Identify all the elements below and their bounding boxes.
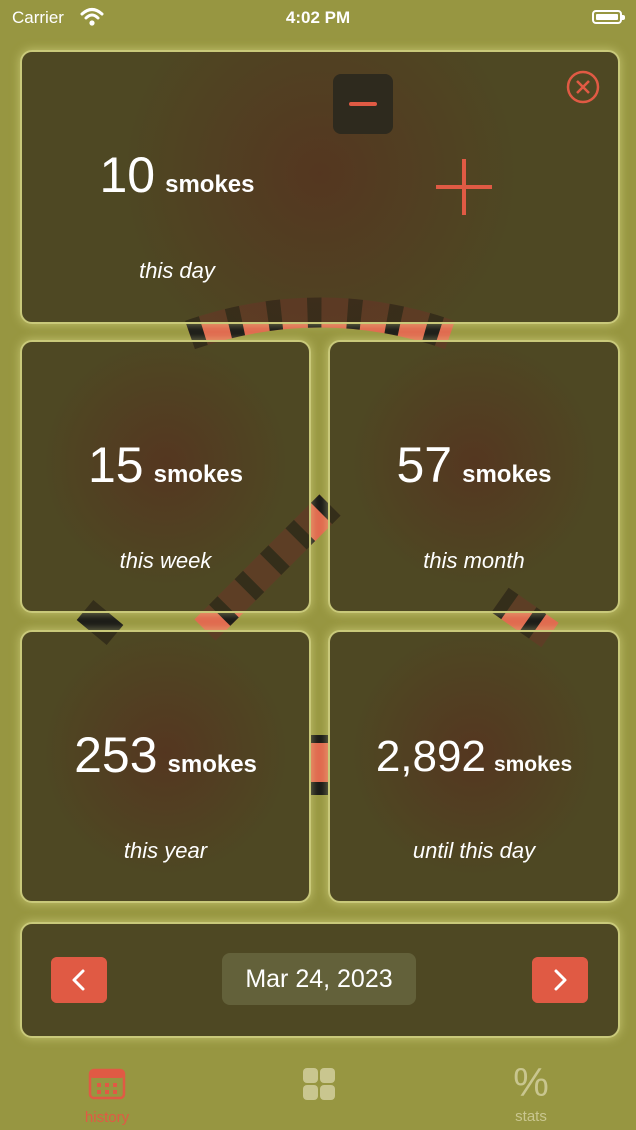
calendar-icon: [88, 1068, 126, 1100]
month-value-row: 57 smokes: [330, 436, 618, 494]
week-count: 15: [87, 437, 144, 493]
week-unit: smokes: [153, 461, 243, 488]
decrement-button[interactable]: [333, 74, 393, 134]
minus-icon: [349, 102, 377, 106]
current-date[interactable]: Mar 24, 2023: [222, 953, 416, 1005]
tab-stats[interactable]: % stats: [486, 1062, 576, 1130]
tab-history[interactable]: history: [62, 1066, 152, 1130]
week-value-row: 15 smokes: [22, 436, 309, 494]
year-unit: smokes: [167, 751, 257, 778]
today-label: this day: [139, 258, 215, 283]
tab-dashboard[interactable]: [274, 1066, 364, 1130]
today-card: 10 smokes this day: [20, 50, 620, 324]
total-card: 2,892 smokes until this day: [328, 630, 620, 903]
year-count: 253: [74, 727, 158, 783]
close-icon[interactable]: [566, 70, 600, 104]
total-unit: smokes: [493, 753, 573, 776]
total-count: 2,892: [375, 732, 486, 781]
next-date-button[interactable]: [532, 957, 588, 1003]
week-card: 15 smokes this week: [20, 340, 311, 613]
increment-button[interactable]: [434, 157, 494, 217]
today-value-row: 10 smokes: [22, 146, 332, 204]
tab-history-label: history: [84, 1109, 130, 1126]
week-label: this week: [119, 548, 212, 573]
month-label: this month: [423, 548, 525, 573]
year-value-row: 253 smokes: [22, 726, 309, 784]
today-count: 10: [99, 147, 156, 203]
grid-icon: [303, 1068, 335, 1100]
tab-stats-label: stats: [515, 1108, 547, 1125]
total-label: until this day: [412, 838, 536, 863]
year-label: this year: [123, 838, 208, 863]
today-unit: smokes: [165, 171, 255, 198]
month-card: 57 smokes this month: [328, 340, 620, 613]
month-unit: smokes: [462, 461, 552, 488]
percent-icon: %: [513, 1061, 549, 1105]
previous-date-button[interactable]: [51, 957, 107, 1003]
month-count: 57: [396, 437, 453, 493]
total-value-row: 2,892 smokes: [330, 732, 618, 782]
year-card: 253 smokes this year: [20, 630, 311, 903]
